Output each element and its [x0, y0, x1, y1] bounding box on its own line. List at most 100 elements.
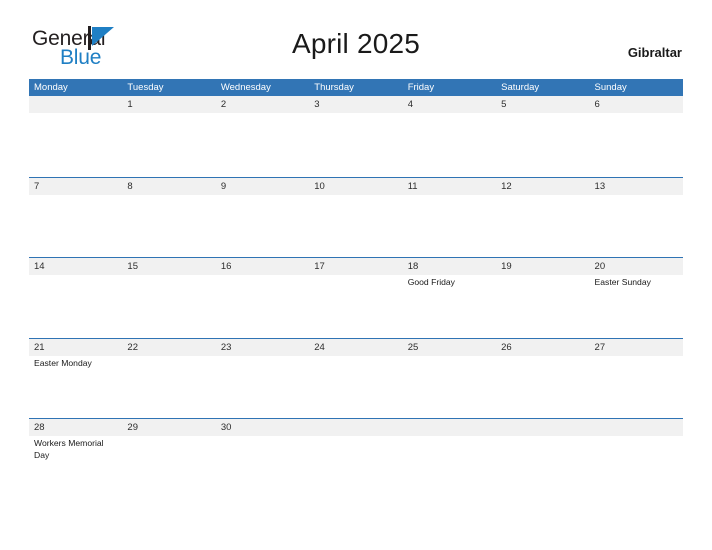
- calendar-day-cell[interactable]: 23: [216, 339, 309, 419]
- day-number: 17: [314, 261, 325, 272]
- weekday-header-monday: Monday: [34, 82, 68, 93]
- day-events: [127, 275, 215, 277]
- day-events: [314, 113, 402, 115]
- day-events: [221, 195, 309, 197]
- day-number: [314, 419, 402, 436]
- page-header: General Blue April 2025 Gibraltar: [0, 0, 712, 70]
- day-events: [127, 113, 215, 115]
- calendar-day-cell[interactable]: 24: [309, 339, 402, 419]
- day-number: 1: [127, 99, 133, 110]
- page-title: April 2025: [291, 28, 421, 59]
- day-events: [221, 356, 309, 358]
- day-number: 30: [220, 422, 232, 433]
- day-number: 12: [501, 180, 512, 192]
- calendar-day-cell-empty: [309, 419, 402, 499]
- calendar-day-cell[interactable]: 17: [309, 258, 402, 338]
- day-events: [314, 195, 402, 197]
- day-number: 20: [594, 261, 606, 272]
- day-number: 23: [220, 341, 232, 353]
- calendar-day-cell[interactable]: 18 Good Friday: [403, 258, 496, 338]
- calendar-day-cell[interactable]: 14: [29, 258, 122, 338]
- weekday-header-saturday: Saturday: [501, 82, 540, 93]
- day-events: [221, 436, 309, 438]
- day-number: 21: [34, 341, 45, 353]
- calendar-day-cell[interactable]: 12: [496, 178, 589, 258]
- calendar-day-cell-empty: [590, 419, 683, 499]
- holiday-event: Easter Monday: [34, 357, 92, 368]
- day-number: 4: [407, 99, 413, 110]
- calendar-day-cell[interactable]: 13: [590, 178, 683, 258]
- calendar-day-cell[interactable]: 1: [122, 96, 215, 177]
- day-events: [595, 356, 683, 358]
- calendar-grid: Monday Tuesday Wednesday Thursday Friday Satu…: [29, 79, 683, 499]
- holiday-event: Easter Sunday: [594, 277, 651, 287]
- day-events: [221, 275, 309, 277]
- day-number: 8: [127, 180, 133, 192]
- calendar-day-cell-empty: [403, 419, 496, 499]
- day-events: [221, 113, 309, 115]
- weekday-header-sunday: Sunday: [594, 82, 627, 93]
- calendar-day-cell-empty: [496, 419, 589, 499]
- day-number: 6: [594, 99, 600, 110]
- day-events: [595, 113, 683, 115]
- day-number: [501, 419, 589, 436]
- day-number: 9: [220, 180, 227, 192]
- calendar-day-cell-empty: [29, 96, 122, 177]
- calendar-day-cell[interactable]: 30: [216, 419, 309, 499]
- calendar-day-cell[interactable]: 4: [403, 96, 496, 177]
- day-events: Easter Monday: [34, 356, 122, 370]
- day-number: 3: [314, 99, 320, 110]
- calendar-week-row: 7 8 9 10 11 12 13: [29, 176, 683, 258]
- day-number: 5: [501, 99, 507, 110]
- calendar-day-cell[interactable]: 9: [216, 178, 309, 258]
- day-events: [408, 356, 496, 358]
- calendar-day-cell[interactable]: 29: [122, 419, 215, 499]
- day-events: [501, 436, 589, 438]
- calendar-day-cells: 14 15 16 17 18 Good Friday 19 20 Easter Sunday: [29, 258, 683, 338]
- calendar-day-cell[interactable]: 6: [590, 96, 683, 177]
- day-number: 10: [314, 180, 325, 192]
- day-events: [408, 195, 496, 197]
- day-events: [314, 436, 402, 438]
- day-number: [34, 96, 122, 113]
- calendar-day-cell[interactable]: 16: [216, 258, 309, 338]
- calendar-day-cell[interactable]: 26: [496, 339, 589, 419]
- calendar-week-row: 1 2 3 4 5 6: [29, 96, 683, 177]
- weekday-header-wednesday: Wednesday: [220, 82, 271, 93]
- calendar-day-cell[interactable]: 11: [403, 178, 496, 258]
- calendar-weeks: 1 2 3 4 5 6 7 8 9 10 11 12 13 14 15 16 17 18 Good Friday 19…: [29, 96, 683, 499]
- calendar-day-cell[interactable]: 20 Easter Sunday: [590, 258, 683, 338]
- country-label: Gibraltar: [627, 45, 682, 60]
- day-number: 2: [220, 99, 227, 110]
- calendar-day-cell[interactable]: 10: [309, 178, 402, 258]
- calendar-day-cells: 1 2 3 4 5 6: [29, 96, 683, 177]
- day-events: [34, 195, 122, 197]
- calendar-day-cell[interactable]: 27: [590, 339, 683, 419]
- day-number: 19: [501, 261, 512, 272]
- weekday-header-row: Monday Tuesday Wednesday Thursday Friday Satu…: [29, 79, 683, 96]
- day-events: Good Friday: [408, 275, 496, 289]
- weekday-header-tuesday: Tuesday: [127, 82, 164, 93]
- calendar-day-cell[interactable]: 7: [29, 178, 122, 258]
- calendar-day-cell[interactable]: 5: [496, 96, 589, 177]
- calendar-day-cell[interactable]: 22: [122, 339, 215, 419]
- day-events: [127, 195, 215, 197]
- day-events: [314, 275, 402, 277]
- day-number: 13: [594, 180, 606, 192]
- calendar-week-row: 14 15 16 17 18 Good Friday 19 20 Easter Sunday: [29, 257, 683, 338]
- calendar-day-cell[interactable]: 25: [403, 339, 496, 419]
- day-number: 26: [501, 341, 512, 353]
- calendar-day-cell[interactable]: 2: [216, 96, 309, 177]
- calendar-week-row: 21 Easter Monday 22 23 24 25 26 27: [29, 337, 683, 419]
- calendar-day-cell[interactable]: 8: [122, 178, 215, 258]
- calendar-day-cell[interactable]: 19: [496, 258, 589, 338]
- calendar-day-cell[interactable]: 21 Easter Monday: [29, 339, 122, 419]
- calendar-day-cell[interactable]: 15: [122, 258, 215, 338]
- calendar-day-cell[interactable]: 28 Workers Memorial Day: [29, 419, 122, 499]
- day-events: [408, 113, 496, 115]
- holiday-event: Good Friday: [407, 277, 455, 287]
- calendar-day-cell[interactable]: 3: [309, 96, 402, 177]
- day-events: Easter Sunday: [595, 275, 683, 289]
- day-number: 28: [34, 422, 45, 433]
- calendar-week-row: 28 Workers Memorial Day 29 30: [29, 418, 683, 499]
